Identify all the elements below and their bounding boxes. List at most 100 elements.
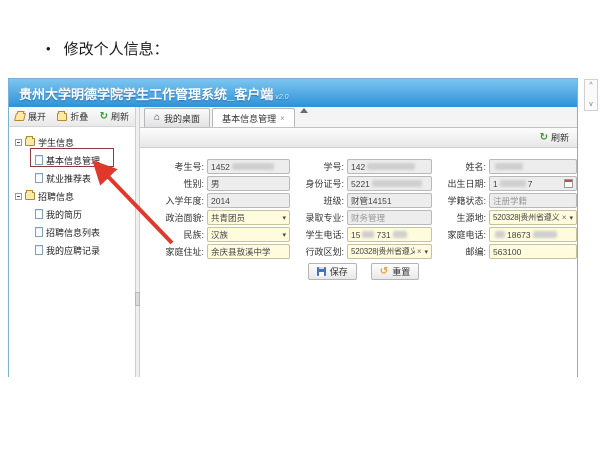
tree-node-recruit-info[interactable]: 招聘信息 — [9, 187, 135, 205]
enroll-year-input[interactable]: 2014 — [207, 193, 290, 208]
tree-node-label: 招聘信息列表 — [46, 226, 100, 239]
save-button[interactable]: 保存 — [308, 263, 357, 280]
chevron-down-icon[interactable]: ▾ — [569, 214, 573, 222]
student-info-form: 考生号: 1452 学号: 142 姓名: — [140, 148, 577, 377]
panel-collapse-arrow-icon[interactable] — [300, 108, 308, 113]
tab-close-icon[interactable]: × — [280, 114, 285, 123]
home-icon: ⌂ — [154, 113, 160, 123]
expand-all-button[interactable]: 展开 — [15, 110, 46, 123]
tree-node-employment-form[interactable]: 就业推荐表 — [9, 169, 135, 187]
app-window: 贵州大学明德学院学生工作管理系统_客户端 v2.0 展开 折叠 ↻ 刷新 — [8, 78, 578, 377]
clear-icon[interactable]: × — [562, 213, 567, 222]
class-input[interactable]: 财管14151 — [347, 193, 432, 208]
field-name: 姓名: — [432, 158, 577, 175]
tab-basic-info-mgmt[interactable]: 基本信息管理 × — [212, 108, 295, 127]
form-grid: 考生号: 1452 学号: 142 姓名: — [150, 158, 577, 260]
chevron-down-icon[interactable]: ▾ — [282, 231, 286, 239]
calendar-icon[interactable] — [564, 179, 573, 188]
birthdate-input[interactable]: 1 7 — [489, 176, 577, 191]
field-label: 学籍状态: — [432, 194, 486, 207]
tab-my-desktop[interactable]: ⌂ 我的桌面 — [144, 108, 210, 127]
redacted-text — [393, 231, 407, 238]
field-label: 性别: — [150, 177, 204, 190]
origin-place-combobox[interactable]: 520328|贵州省遵义市湄潭 × ▾ — [489, 210, 577, 225]
ethnicity-select[interactable]: 汉族 ▾ — [207, 227, 290, 242]
chevron-down-icon[interactable]: ▾ — [282, 214, 286, 222]
field-class: 班级: 财管14151 — [290, 192, 432, 209]
redacted-text — [367, 163, 415, 170]
clear-icon[interactable]: × — [417, 247, 422, 256]
field-label: 生源地: — [432, 211, 486, 224]
redacted-text — [362, 231, 374, 238]
window-body: 展开 折叠 ↻ 刷新 学生信息 基本信 — [9, 107, 577, 377]
splitter-grip-icon[interactable] — [135, 292, 140, 306]
field-label: 录取专业: — [290, 211, 344, 224]
undo-icon: ↺ — [380, 267, 388, 277]
panel-toolbar: ↻ 刷新 — [140, 128, 577, 148]
field-home-phone: 家庭电话: 18673 — [432, 226, 577, 243]
field-label: 邮编: — [432, 245, 486, 258]
chevron-down-icon[interactable]: ▾ — [424, 248, 428, 256]
main-panel: ⌂ 我的桌面 基本信息管理 × ↻ 刷新 考生号: — [140, 107, 577, 377]
candidate-no-input[interactable]: 1452 — [207, 159, 290, 174]
field-student-phone: 学生电话: 15 731 — [290, 226, 432, 243]
political-status-select[interactable]: 共青团员 ▾ — [207, 210, 290, 225]
tree-node-recruit-list[interactable]: 招聘信息列表 — [9, 223, 135, 241]
navigation-tree: 学生信息 基本信息管理 就业推荐表 招聘信息 我的简历 — [9, 127, 135, 377]
reset-button[interactable]: ↺ 重置 — [371, 263, 419, 280]
field-home-address: 家庭住址: 余庆县敖溪中学 — [150, 243, 290, 260]
redacted-text — [533, 231, 557, 238]
scroll-up-icon[interactable]: ^ — [589, 82, 592, 89]
name-input[interactable] — [489, 159, 577, 174]
folder-open-icon — [14, 113, 26, 121]
field-student-no: 学号: 142 — [290, 158, 432, 175]
bullet-heading: • 修改个人信息： — [46, 38, 169, 59]
registry-status-input[interactable]: 注册学籍 — [489, 193, 577, 208]
tree-node-apply-records[interactable]: 我的应聘记录 — [9, 241, 135, 259]
folder-icon — [25, 138, 35, 146]
field-registry-status: 学籍状态: 注册学籍 — [432, 192, 577, 209]
panel-refresh-button[interactable]: ↻ 刷新 — [540, 131, 569, 144]
redacted-text — [495, 163, 523, 170]
collapse-minus-icon[interactable] — [15, 193, 22, 200]
tree-node-label: 学生信息 — [38, 136, 74, 149]
window-version: v2.0 — [275, 94, 288, 101]
collapse-minus-icon[interactable] — [15, 139, 22, 146]
tree-node-label: 我的应聘记录 — [46, 244, 100, 257]
field-political-status: 政治面貌: 共青团员 ▾ — [150, 209, 290, 226]
field-label: 考生号: — [150, 160, 204, 173]
window-title: 贵州大学明德学院学生工作管理系统_客户端 — [19, 84, 273, 103]
id-card-input[interactable]: 5221 — [347, 176, 432, 191]
field-ethnicity: 民族: 汉族 ▾ — [150, 226, 290, 243]
home-phone-input[interactable]: 18673 — [489, 227, 577, 242]
tree-refresh-button[interactable]: ↻ 刷新 — [100, 110, 129, 123]
collapse-all-label: 折叠 — [70, 110, 88, 123]
admitted-major-input[interactable]: 财务管理 — [347, 210, 432, 225]
save-button-label: 保存 — [330, 265, 348, 278]
field-candidate-no: 考生号: 1452 — [150, 158, 290, 175]
field-label: 班级: — [290, 194, 344, 207]
gender-input[interactable]: 男 — [207, 176, 290, 191]
refresh-icon: ↻ — [100, 112, 108, 122]
tree-node-my-resume[interactable]: 我的简历 — [9, 205, 135, 223]
tree-node-basic-info-mgmt[interactable]: 基本信息管理 — [9, 151, 135, 169]
sidebar-splitter[interactable] — [135, 107, 140, 377]
tab-label: 基本信息管理 — [222, 112, 276, 125]
field-postcode: 邮编: 563100 — [432, 243, 577, 260]
page-scrollbar[interactable]: ^ v — [584, 79, 598, 111]
panel-refresh-label: 刷新 — [551, 131, 569, 144]
postcode-input[interactable]: 563100 — [489, 244, 577, 259]
student-no-input[interactable]: 142 — [347, 159, 432, 174]
field-origin-place: 生源地: 520328|贵州省遵义市湄潭 × ▾ — [432, 209, 577, 226]
page-icon — [35, 173, 43, 183]
home-address-input[interactable]: 余庆县敖溪中学 — [207, 244, 290, 259]
student-phone-input[interactable]: 15 731 — [347, 227, 432, 242]
scroll-down-icon[interactable]: v — [589, 101, 593, 108]
field-label: 政治面貌: — [150, 211, 204, 224]
field-birthdate: 出生日期: 1 7 — [432, 175, 577, 192]
sidebar: 展开 折叠 ↻ 刷新 学生信息 基本信 — [9, 107, 135, 377]
admin-district-combobox[interactable]: 520328|贵州省遵义市湄潭 × ▾ — [347, 244, 432, 259]
tree-node-student-info[interactable]: 学生信息 — [9, 133, 135, 151]
tree-node-label: 就业推荐表 — [46, 172, 91, 185]
collapse-all-button[interactable]: 折叠 — [57, 110, 88, 123]
